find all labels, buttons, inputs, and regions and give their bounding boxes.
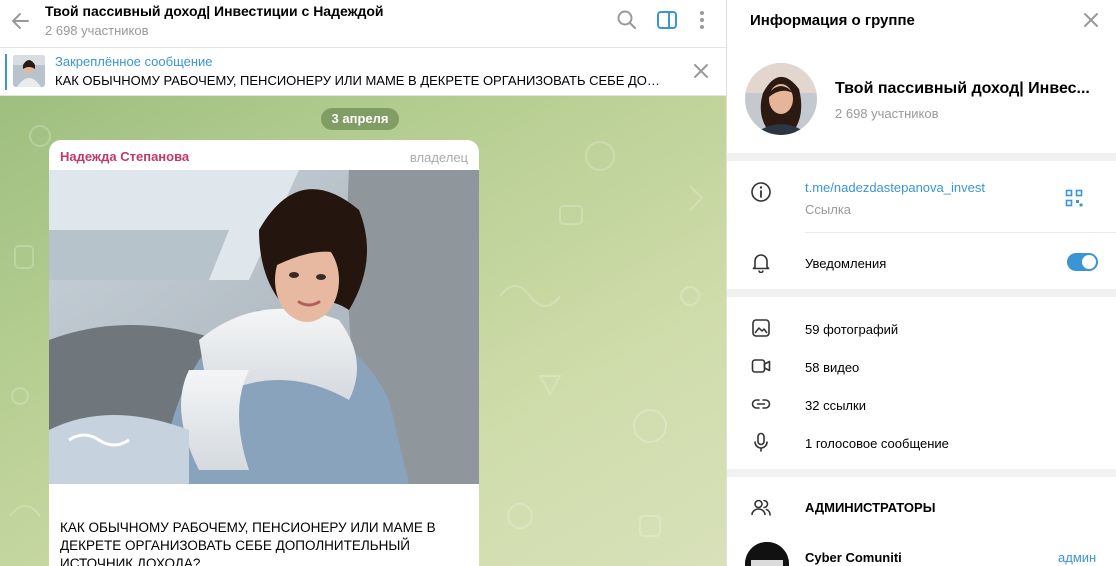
- video-icon: [750, 355, 772, 377]
- link-icon: [750, 393, 772, 415]
- close-panel-button[interactable]: [1082, 11, 1100, 29]
- admins-section-title: АДМИНИСТРАТОРЫ: [805, 500, 936, 515]
- pinned-accent-bar: [5, 54, 7, 90]
- search-button[interactable]: [616, 9, 638, 31]
- close-pinned-button[interactable]: [692, 62, 710, 80]
- info-icon: [750, 181, 772, 203]
- message-sender-role: владелец: [409, 150, 468, 165]
- pinned-text: КАК ОБЫЧНОМУ РАБОЧЕМУ, ПЕНСИОНЕРУ ИЛИ МА…: [55, 73, 667, 88]
- chat-column: Твой пассивный доход| Инвестиции с Надеж…: [0, 0, 726, 566]
- message-text: КАК ОБЫЧНОМУ РАБОЧЕМУ, ПЕНСИОНЕРУ ИЛИ МА…: [60, 520, 436, 566]
- panel-title: Информация о группе: [750, 12, 915, 29]
- group-avatar[interactable]: [745, 63, 817, 135]
- pinned-label: Закреплённое сообщение: [55, 54, 213, 69]
- media-videos-item[interactable]: 58 видео: [805, 360, 859, 375]
- toggle-info-panel-button[interactable]: [656, 9, 678, 31]
- section-separator: [727, 469, 1116, 477]
- chat-member-count: 2 698 участников: [45, 23, 149, 38]
- close-icon: [1084, 13, 1098, 27]
- notifications-label: Уведомления: [805, 256, 887, 271]
- more-vertical-icon: [700, 11, 704, 29]
- notifications-toggle[interactable]: [1067, 253, 1098, 271]
- arrow-left-icon: [12, 13, 29, 29]
- invite-link[interactable]: t.me/nadezdastepanova_invest: [805, 180, 985, 195]
- group-info-panel: Информация о группе Твой пассивный доход…: [727, 0, 1116, 566]
- row-divider: [805, 232, 1116, 233]
- group-member-count: 2 698 участников: [835, 106, 939, 121]
- woman-in-car-photo: [49, 170, 479, 484]
- chat-title[interactable]: Твой пассивный доход| Инвестиции с Надеж…: [45, 3, 384, 19]
- admin-avatar[interactable]: [745, 542, 789, 566]
- admin-name[interactable]: Cyber Comuniti: [805, 550, 902, 565]
- media-photos-item[interactable]: 59 фотографий: [805, 322, 898, 337]
- date-separator: 3 апреля: [321, 108, 399, 130]
- more-menu-button[interactable]: [692, 9, 712, 31]
- pinned-thumbnail: [13, 55, 45, 87]
- section-separator: [727, 153, 1116, 161]
- microphone-icon: [750, 431, 772, 453]
- qr-code-icon: [1065, 189, 1083, 207]
- section-separator: [727, 289, 1116, 297]
- invite-link-label: Ссылка: [805, 202, 852, 217]
- media-links-item[interactable]: 32 ссылки: [805, 398, 866, 413]
- message-sender[interactable]: Надежда Степанова: [60, 149, 189, 164]
- message-photo[interactable]: [49, 170, 479, 484]
- media-voice-item[interactable]: 1 голосовое сообщение: [805, 436, 949, 451]
- admin-role-badge: админ: [1058, 550, 1097, 565]
- message-bubble[interactable]: Надежда Степанова владелец КАК ОБЫЧНОМУ …: [49, 140, 479, 566]
- close-icon: [694, 64, 708, 78]
- photo-icon: [750, 317, 772, 339]
- qr-code-button[interactable]: [1065, 189, 1083, 207]
- chat-header: Твой пассивный доход| Инвестиции с Надеж…: [0, 0, 726, 48]
- back-button[interactable]: [8, 8, 34, 34]
- pinned-message-bar[interactable]: Закреплённое сообщение КАК ОБЫЧНОМУ РАБО…: [0, 48, 726, 96]
- search-icon: [617, 10, 636, 29]
- admins-icon: [750, 496, 772, 518]
- group-name: Твой пассивный доход| Инвес...: [835, 80, 1090, 97]
- bell-icon: [750, 251, 772, 273]
- sidebar-toggle-icon: [657, 11, 677, 29]
- toggle-knob: [1082, 255, 1096, 269]
